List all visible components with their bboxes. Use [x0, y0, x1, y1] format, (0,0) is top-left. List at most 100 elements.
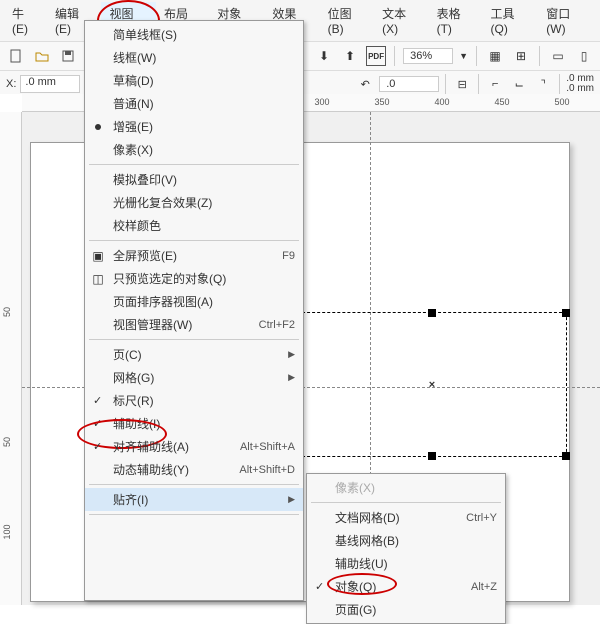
rotation-input[interactable]: .0	[379, 76, 439, 92]
menu-label: 标尺(R)	[113, 392, 154, 409]
node-icon-1[interactable]: ⌐	[485, 74, 505, 94]
menu-label: 只预览选定的对象(Q)	[113, 270, 226, 287]
menu-text[interactable]: 文本(X)	[374, 2, 429, 39]
node-icon-2[interactable]: ⌙	[509, 74, 529, 94]
selection-rect[interactable]: ×	[297, 312, 567, 457]
menu-item-preview-selected[interactable]: ◫只预览选定的对象(Q)	[85, 267, 303, 290]
menu-item-fullscreen[interactable]: ▣全屏预览(E)F9	[85, 244, 303, 267]
pdf-icon[interactable]: PDF	[366, 46, 386, 66]
ruler-tick: 100	[2, 524, 12, 539]
ruler-icon[interactable]: ▭	[548, 46, 568, 66]
menu-label: 页面(G)	[335, 601, 376, 618]
snap-guidelines[interactable]: 辅助线(U)	[307, 552, 505, 575]
export-icon[interactable]: ⬆	[340, 46, 360, 66]
menu-separator	[89, 514, 299, 515]
menu-item-page[interactable]: 页(C) ▶	[85, 343, 303, 366]
menu-label: 简单线框(S)	[113, 26, 177, 43]
menu-window[interactable]: 窗口(W)	[538, 2, 596, 39]
menu-item-page-sorter[interactable]: 页面排序器视图(A)	[85, 290, 303, 313]
snap-baseline-grid[interactable]: 基线网格(B)	[307, 529, 505, 552]
menu-separator	[89, 164, 299, 165]
undo-icon[interactable]: ↶	[355, 74, 375, 94]
menu-label: 增强(E)	[113, 118, 153, 135]
node-icon-3[interactable]: ⌝	[533, 74, 553, 94]
new-file-icon[interactable]	[6, 46, 26, 66]
shortcut-label: Alt+Z	[451, 581, 497, 593]
resize-handle[interactable]	[428, 309, 436, 317]
menu-separator	[89, 339, 299, 340]
ruler-tick: 400	[434, 97, 449, 107]
menu-label: 对齐辅助线(A)	[113, 438, 189, 455]
x-input[interactable]: .0 mm	[20, 75, 80, 93]
menu-item-draft[interactable]: 草稿(D)	[85, 69, 303, 92]
menu-item-guidelines[interactable]: ✓ 辅助线(I)	[85, 412, 303, 435]
separator	[478, 74, 479, 94]
snap-objects[interactable]: ✓对象(Q)Alt+Z	[307, 575, 505, 598]
separator	[394, 46, 395, 66]
menu-label: 像素(X)	[335, 479, 375, 496]
menu-label: 普通(N)	[113, 95, 154, 112]
shortcut-label: Alt+Shift+A	[220, 441, 295, 453]
ruler-tick: 50	[2, 307, 12, 317]
menu-item-grid[interactable]: 网格(G) ▶	[85, 366, 303, 389]
guide-icon[interactable]: ▯	[574, 46, 594, 66]
import-icon[interactable]: ⬇	[314, 46, 334, 66]
menu-label: 文档网格(D)	[335, 509, 400, 526]
ruler-tick: 50	[2, 437, 12, 447]
menu-item-view-manager[interactable]: 视图管理器(W)Ctrl+F2	[85, 313, 303, 336]
submenu-arrow-icon: ▶	[268, 349, 295, 360]
menu-item-wireframe[interactable]: 线框(W)	[85, 46, 303, 69]
menu-label: 动态辅助线(Y)	[113, 461, 189, 478]
menu-bitmap[interactable]: 位图(B)	[320, 2, 375, 39]
menu-label: 贴齐(I)	[113, 491, 148, 508]
menu-item-normal[interactable]: 普通(N)	[85, 92, 303, 115]
ruler-tick: 300	[314, 97, 329, 107]
x-label: X:	[6, 78, 16, 90]
snap-document-grid[interactable]: 文档网格(D)Ctrl+Y	[307, 506, 505, 529]
menu-label: 页(C)	[113, 346, 142, 363]
snap-icon[interactable]: ▦	[485, 46, 505, 66]
menu-label: 网格(G)	[113, 369, 154, 386]
separator	[559, 74, 560, 94]
bullet-icon	[95, 124, 101, 130]
menu-label: 基线网格(B)	[335, 532, 399, 549]
ruler-tick: 500	[554, 97, 569, 107]
menu-label: 辅助线(I)	[113, 415, 160, 432]
menu-item-alignment-guides[interactable]: ✓ 对齐辅助线(A) Alt+Shift+A	[85, 435, 303, 458]
menu-item-enhanced[interactable]: 增强(E)	[85, 115, 303, 138]
submenu-arrow-icon: ▶	[268, 372, 295, 383]
menu-item-pixels[interactable]: 像素(X)	[85, 138, 303, 161]
menu-label: 全屏预览(E)	[113, 247, 177, 264]
menu-label: 像素(X)	[113, 141, 153, 158]
menu-label: 页面排序器视图(A)	[113, 293, 213, 310]
menu-file[interactable]: 牛(E)	[4, 2, 47, 39]
snap-submenu: 像素(X) 文档网格(D)Ctrl+Y 基线网格(B) 辅助线(U) ✓对象(Q…	[306, 473, 506, 624]
check-icon: ✓	[93, 417, 102, 430]
menu-item-overprint[interactable]: 模拟叠印(V)	[85, 168, 303, 191]
save-icon[interactable]	[58, 46, 78, 66]
chevron-down-icon[interactable]: ▼	[459, 51, 468, 61]
ruler-tick: 450	[494, 97, 509, 107]
menu-item-snap-to[interactable]: 贴齐(I) ▶	[85, 488, 303, 511]
check-icon: ✓	[93, 440, 102, 453]
menu-tools[interactable]: 工具(Q)	[482, 2, 538, 39]
menu-item-proof-colors[interactable]: 校样颜色	[85, 214, 303, 237]
menu-item-rulers[interactable]: ✓ 标尺(R)	[85, 389, 303, 412]
menu-item-rasterize[interactable]: 光栅化复合效果(Z)	[85, 191, 303, 214]
menu-label: 校样颜色	[113, 217, 161, 234]
resize-handle[interactable]	[562, 309, 570, 317]
open-file-icon[interactable]	[32, 46, 52, 66]
menu-table[interactable]: 表格(T)	[429, 2, 483, 39]
menu-item-dynamic-guides[interactable]: 动态辅助线(Y)Alt+Shift+D	[85, 458, 303, 481]
check-icon: ✓	[315, 580, 324, 593]
resize-handle[interactable]	[428, 452, 436, 460]
zoom-level[interactable]: 36%	[403, 48, 453, 64]
resize-handle[interactable]	[562, 452, 570, 460]
options-icon[interactable]: ⊞	[511, 46, 531, 66]
shortcut-label: Ctrl+F2	[239, 319, 295, 331]
snap-page[interactable]: 页面(G)	[307, 598, 505, 621]
submenu-arrow-icon: ▶	[268, 494, 295, 505]
check-icon: ✓	[93, 394, 102, 407]
align-icon[interactable]: ⊟	[452, 74, 472, 94]
menu-item-simple-wireframe[interactable]: 简单线框(S)	[85, 23, 303, 46]
